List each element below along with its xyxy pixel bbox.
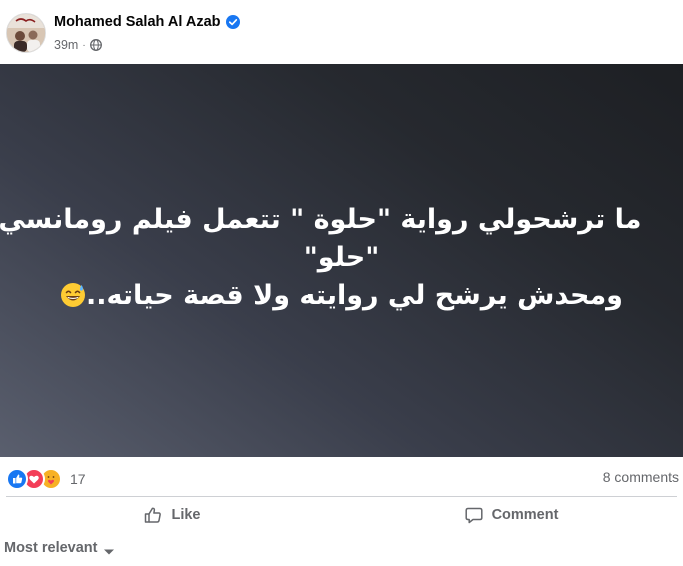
comment-button[interactable]: Comment [345,498,677,532]
post-text-line-3: ومحدش يرشح لي روايته ولا قصة حياته.. [86,279,623,311]
feed-post: Mohamed Salah Al Azab 39m · ما ترشحولي ر… [0,0,683,566]
reactions-summary[interactable]: 17 [6,468,86,490]
post-timestamp[interactable]: 39m [54,38,78,52]
post-text-line-1: ما ترشحولي رواية "حلوة " تتعمل فيلم روما… [0,203,642,235]
post-stats: 17 8 comments [0,458,683,496]
post-text-line-2: "حلو" [303,241,380,273]
author-avatar[interactable] [6,13,46,53]
author-name[interactable]: Mohamed Salah Al Azab [54,14,240,30]
verified-badge-icon [225,15,240,29]
comment-sort-dropdown[interactable]: Most relevant [4,540,115,556]
post-text-line-3-wrap: ومحدش يرشح لي روايته ولا قصة حياته.. [42,277,642,315]
comments-count[interactable]: 8 comments [603,469,679,485]
sort-label[interactable]: Most relevant [4,540,97,556]
post-text-background: ما ترشحولي رواية "حلوة " تتعمل فيلم روما… [0,64,683,457]
avatar-image [7,14,45,52]
divider-top [6,496,677,497]
comment-bubble-icon [464,505,484,525]
post-meta: 39m · [54,38,102,52]
thumbs-up-icon [143,505,163,525]
grinning-sweat-emoji-icon [60,281,86,307]
like-button-label[interactable]: Like [171,507,200,523]
post-header: Mohamed Salah Al Azab 39m · [0,0,683,62]
reaction-count[interactable]: 17 [70,471,86,487]
caret-down-icon [103,544,115,555]
post-text: ما ترشحولي رواية "حلوة " تتعمل فيلم روما… [0,201,642,315]
meta-separator: · [82,39,86,51]
author-name-text[interactable]: Mohamed Salah Al Azab [54,14,221,30]
globe-icon[interactable] [89,39,102,51]
like-icon [6,468,28,490]
comment-button-label[interactable]: Comment [492,507,559,523]
like-button[interactable]: Like [6,498,338,532]
post-actions: Like Comment [0,498,683,532]
